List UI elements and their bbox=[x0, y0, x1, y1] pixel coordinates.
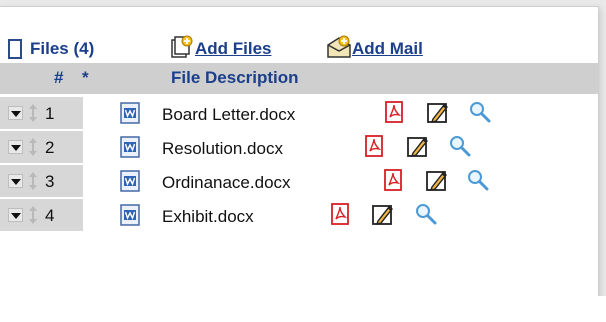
row-menu-dropdown[interactable] bbox=[8, 174, 23, 188]
row-controls: 3 bbox=[0, 165, 83, 197]
row-controls: 2 bbox=[0, 131, 83, 163]
row-controls: 1 bbox=[0, 97, 83, 129]
header-star: * bbox=[82, 68, 89, 87]
files-count-label: Files (4) bbox=[8, 29, 94, 59]
word-doc-icon bbox=[120, 102, 140, 124]
file-name[interactable]: Exhibit.docx bbox=[162, 207, 254, 227]
drag-handle-icon[interactable] bbox=[28, 138, 38, 156]
row-controls: 4 bbox=[0, 199, 83, 231]
search-icon[interactable] bbox=[468, 100, 492, 124]
pdf-icon[interactable] bbox=[362, 134, 386, 158]
row-number: 3 bbox=[45, 172, 55, 191]
pdf-icon[interactable] bbox=[382, 100, 406, 124]
drag-handle-icon[interactable] bbox=[28, 104, 38, 122]
search-icon[interactable] bbox=[466, 168, 490, 192]
word-doc-icon bbox=[120, 136, 140, 158]
add-mail-link[interactable]: Add Mail bbox=[352, 39, 423, 59]
edit-icon[interactable] bbox=[406, 134, 430, 158]
row-number: 1 bbox=[45, 104, 55, 123]
table-row: 4 Exhibit.docx bbox=[0, 199, 598, 231]
drag-handle-icon[interactable] bbox=[28, 206, 38, 224]
file-name[interactable]: Resolution.docx bbox=[162, 139, 283, 159]
table-row: 3 Ordinanace.docx bbox=[0, 165, 598, 197]
file-name[interactable]: Board Letter.docx bbox=[162, 105, 295, 125]
row-number: 2 bbox=[45, 138, 55, 157]
word-doc-icon bbox=[120, 170, 140, 192]
header-file-description: File Description bbox=[171, 68, 299, 87]
add-files-button[interactable]: Add Files bbox=[170, 29, 272, 59]
edit-icon[interactable] bbox=[425, 168, 449, 192]
row-number: 4 bbox=[45, 206, 55, 225]
table-header: # * File Description bbox=[0, 63, 598, 94]
add-files-icon bbox=[171, 35, 193, 58]
files-toolbar: Files (4) Add Files Add Mail bbox=[0, 29, 598, 59]
pdf-icon[interactable] bbox=[328, 202, 352, 226]
document-icon bbox=[8, 39, 22, 59]
add-mail-icon bbox=[327, 35, 351, 58]
file-name[interactable]: Ordinanace.docx bbox=[162, 173, 291, 193]
pdf-icon[interactable] bbox=[381, 168, 405, 192]
edit-icon[interactable] bbox=[371, 202, 395, 226]
bottom-area bbox=[0, 296, 606, 322]
edit-icon[interactable] bbox=[426, 100, 450, 124]
files-count-text: Files (4) bbox=[30, 39, 95, 58]
row-menu-dropdown[interactable] bbox=[8, 140, 23, 154]
table-row: 1 Board Letter.docx bbox=[0, 97, 598, 129]
word-doc-icon bbox=[120, 204, 140, 226]
row-menu-dropdown[interactable] bbox=[8, 208, 23, 222]
row-menu-dropdown[interactable] bbox=[8, 106, 23, 120]
header-number: # bbox=[54, 68, 64, 87]
search-icon[interactable] bbox=[414, 202, 438, 226]
table-row: 2 Resolution.docx bbox=[0, 131, 598, 163]
add-files-link[interactable]: Add Files bbox=[195, 39, 272, 59]
drag-handle-icon[interactable] bbox=[28, 172, 38, 190]
search-icon[interactable] bbox=[448, 134, 472, 158]
add-mail-button[interactable]: Add Mail bbox=[327, 29, 423, 59]
